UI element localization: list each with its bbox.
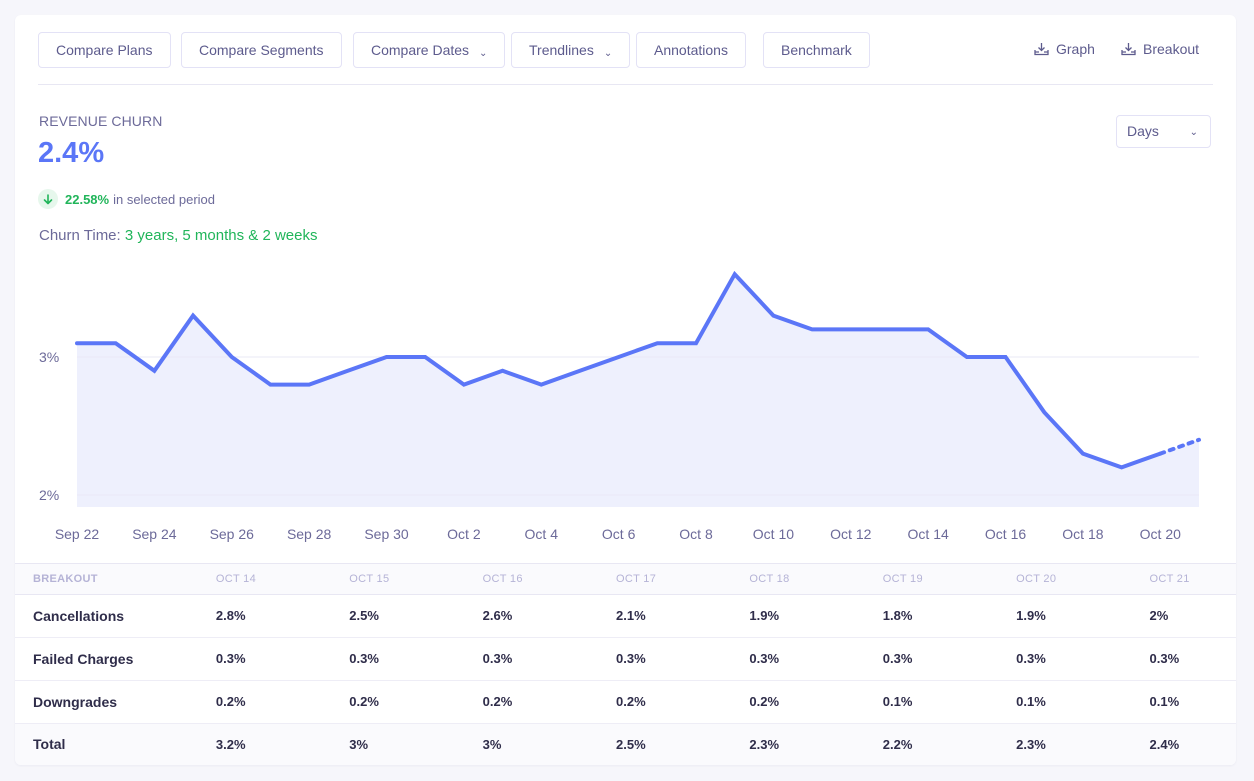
y-tick-label: 2% (39, 487, 59, 503)
table-cell: 2.5% (569, 723, 703, 765)
table-cell: 1.9% (702, 594, 836, 638)
x-tick-label: Oct 10 (753, 526, 794, 542)
column-header: OCT 16 (435, 564, 570, 595)
column-header: OCT 17 (569, 564, 703, 595)
table-cell: 3.2% (168, 723, 303, 765)
table-cell: 0.3% (702, 637, 836, 681)
x-tick-label: Oct 8 (679, 526, 713, 542)
table-cell: 0.3% (835, 637, 970, 681)
breakout-header: BREAKOUT (15, 564, 169, 595)
column-header: OCT 18 (702, 564, 836, 595)
row-label: Cancellations (15, 594, 169, 638)
table-cell: 2% (1102, 594, 1236, 638)
x-tick-label: Sep 30 (364, 526, 409, 542)
table-cell: 0.2% (569, 680, 703, 724)
table-cell: 2.4% (1102, 723, 1236, 765)
x-tick-label: Oct 20 (1140, 526, 1181, 542)
revenue-churn-card: Compare Plans Compare Segments Compare D… (15, 15, 1236, 765)
y-tick-label: 3% (39, 349, 59, 365)
table-row: Total 3.2% 3% 3% 2.5% 2.3% 2.2% 2.3% 2.4% (15, 723, 1236, 765)
column-header: OCT 15 (302, 564, 436, 595)
table-cell: 0.1% (969, 680, 1103, 724)
x-tick-label: Oct 4 (525, 526, 559, 542)
table-cell: 2.5% (302, 594, 436, 638)
x-tick-label: Sep 24 (132, 526, 177, 542)
table-row: Downgrades 0.2% 0.2% 0.2% 0.2% 0.2% 0.1% 0.1% 0.… (15, 680, 1236, 724)
x-tick-label: Oct 16 (985, 526, 1026, 542)
table-cell: 2.1% (569, 594, 703, 638)
column-header: OCT 14 (168, 564, 303, 595)
table-cell: 0.3% (435, 637, 570, 681)
x-tick-label: Oct 12 (830, 526, 871, 542)
table-cell: 0.2% (435, 680, 570, 724)
row-label: Downgrades (15, 680, 169, 724)
x-tick-label: Oct 6 (602, 526, 636, 542)
table-cell: 0.2% (702, 680, 836, 724)
table-cell: 0.1% (1102, 680, 1236, 724)
x-tick-label: Sep 26 (210, 526, 255, 542)
column-header: OCT 20 (969, 564, 1103, 595)
table-cell: 0.3% (168, 637, 303, 681)
x-tick-label: Oct 2 (447, 526, 481, 542)
table-cell: 2.3% (702, 723, 836, 765)
row-label: Total (15, 723, 169, 765)
table-cell: 2.2% (835, 723, 970, 765)
table-cell: 0.1% (835, 680, 970, 724)
table-cell: 1.9% (969, 594, 1103, 638)
table-header-row: BREAKOUT OCT 14 OCT 15 OCT 16 OCT 17 OCT 18 O… (15, 564, 1236, 595)
table-cell: 2.3% (969, 723, 1103, 765)
table-cell: 1.8% (835, 594, 970, 638)
table-cell: 3% (302, 723, 436, 765)
table-row: Failed Charges 0.3% 0.3% 0.3% 0.3% 0.3% 0.3% 0.… (15, 637, 1236, 681)
table-cell: 0.3% (302, 637, 436, 681)
revenue-churn-chart: 2% 3% Sep 22 Sep 24 Sep 26 Sep 28 Sep 30 Oct 2 O… (39, 270, 1201, 542)
table-cell: 2.6% (435, 594, 570, 638)
row-label: Failed Charges (15, 637, 169, 681)
table-cell: 0.3% (1102, 637, 1236, 681)
table-cell: 0.2% (302, 680, 436, 724)
table-cell: 0.3% (569, 637, 703, 681)
x-tick-label: Sep 22 (55, 526, 100, 542)
x-tick-label: Sep 28 (287, 526, 332, 542)
table-row: Cancellations 2.8% 2.5% 2.6% 2.1% 1.9% 1.8% 1.9… (15, 594, 1236, 638)
x-tick-label: Oct 14 (908, 526, 949, 542)
x-tick-label: Oct 18 (1062, 526, 1103, 542)
table-cell: 2.8% (168, 594, 303, 638)
table-cell: 3% (435, 723, 570, 765)
table-cell: 0.2% (168, 680, 303, 724)
column-header: OCT 19 (835, 564, 970, 595)
column-header: OCT 21 (1102, 564, 1236, 595)
breakout-table: BREAKOUT OCT 14 OCT 15 OCT 16 OCT 17 OCT 18 O… (15, 563, 1236, 765)
table-cell: 0.3% (969, 637, 1103, 681)
